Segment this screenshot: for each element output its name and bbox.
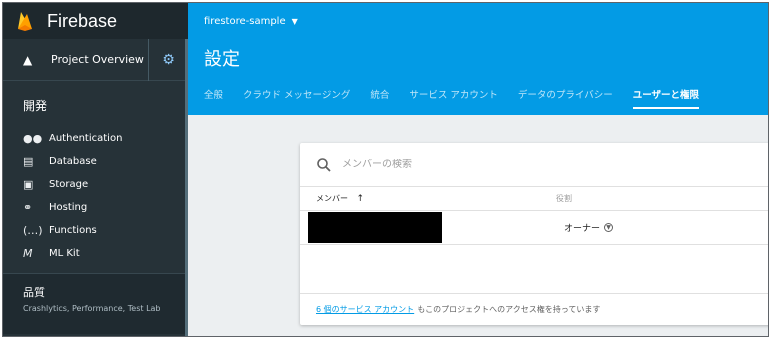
sidebar: Firebase ▲ Project Overview ⚙ 開発 ●● Auth… bbox=[3, 3, 188, 336]
people-icon: ●● bbox=[23, 132, 43, 145]
settings-tabs: 全般 クラウド メッセージング 統合 サービス アカウント データのプライバシー… bbox=[204, 87, 719, 109]
tab-users-permissions[interactable]: ユーザーと権限 bbox=[632, 87, 700, 109]
mlkit-icon: M bbox=[23, 247, 33, 260]
quality-subtitle: Crashlytics, Performance, Test Lab bbox=[23, 304, 161, 313]
project-overview-item[interactable]: ▲ Project Overview ⚙ bbox=[3, 39, 188, 81]
page-title: 設定 bbox=[204, 49, 240, 70]
member-column-label: メンバー bbox=[316, 194, 348, 203]
sidebar-header: Firebase bbox=[3, 3, 188, 39]
service-accounts-text: もこのプロジェクトへのアクセス権を持っています bbox=[417, 305, 601, 314]
page-header: firestore-sample ▼ 設定 全般 クラウド メッセージング 統合… bbox=[188, 3, 768, 115]
search-icon bbox=[317, 157, 331, 172]
folder-icon: ▣ bbox=[23, 178, 34, 191]
tab-integrations[interactable]: 統合 bbox=[370, 87, 389, 109]
caret-down-icon: ▼ bbox=[291, 16, 298, 26]
settings-button[interactable]: ⚙ bbox=[148, 39, 188, 81]
functions-icon: (…) bbox=[23, 224, 43, 237]
database-icon: ▤ bbox=[23, 155, 34, 168]
sort-arrow-up-icon: ↑ bbox=[356, 194, 365, 204]
role-value: オーナー bbox=[564, 224, 601, 234]
sidebar-item-hosting[interactable]: ⚭ Hosting bbox=[3, 196, 188, 219]
chevron-down-icon: ▼ bbox=[604, 223, 614, 232]
brand-name[interactable]: Firebase bbox=[47, 11, 117, 32]
role-column-header: 役割 bbox=[556, 194, 572, 203]
sidebar-item-mlkit[interactable]: M ML Kit bbox=[3, 242, 188, 265]
redacted-member-info bbox=[308, 212, 442, 243]
project-overview-label: Project Overview bbox=[51, 53, 144, 66]
project-name: firestore-sample bbox=[204, 15, 286, 27]
tab-general[interactable]: 全般 bbox=[204, 87, 223, 109]
sidebar-item-label: ML Kit bbox=[49, 248, 80, 259]
sidebar-item-database[interactable]: ▤ Database bbox=[3, 150, 188, 173]
sidebar-item-functions[interactable]: (…) Functions bbox=[3, 219, 188, 242]
quality-title: 品質 bbox=[23, 286, 45, 299]
sidebar-item-label: Authentication bbox=[49, 133, 123, 144]
sidebar-item-label: Database bbox=[49, 156, 97, 167]
gear-icon: ⚙ bbox=[162, 52, 175, 68]
home-icon: ▲ bbox=[23, 52, 33, 67]
app-frame: Firebase ▲ Project Overview ⚙ 開発 ●● Auth… bbox=[2, 2, 769, 337]
firebase-logo-icon bbox=[18, 12, 32, 31]
sidebar-item-label: Storage bbox=[49, 179, 89, 190]
member-column-header[interactable]: メンバー ↑ bbox=[300, 193, 556, 204]
tab-cloud-messaging[interactable]: クラウド メッセージング bbox=[243, 87, 350, 109]
member-search-input[interactable] bbox=[342, 159, 642, 170]
sidebar-item-label: Hosting bbox=[49, 202, 88, 213]
sidebar-item-label: Functions bbox=[49, 225, 97, 236]
sidebar-section-quality[interactable]: 品質 Crashlytics, Performance, Test Lab bbox=[3, 274, 188, 334]
service-accounts-footer: 6 個のサービス アカウント もこのプロジェクトへのアクセス権を持っています bbox=[300, 293, 768, 325]
sidebar-item-storage[interactable]: ▣ Storage bbox=[3, 173, 188, 196]
service-accounts-link[interactable]: 6 個のサービス アカウント bbox=[316, 304, 414, 315]
members-card: メンバー ↑ 役割 オーナー ▼ 6 個のサービス アカウント もこのプロジェク… bbox=[300, 143, 768, 325]
project-selector[interactable]: firestore-sample ▼ bbox=[188, 3, 768, 39]
tab-data-privacy[interactable]: データのプライバシー bbox=[518, 87, 613, 109]
tab-service-accounts[interactable]: サービス アカウント bbox=[409, 87, 498, 109]
member-search-bar bbox=[300, 143, 768, 187]
hosting-icon: ⚭ bbox=[23, 201, 33, 214]
sidebar-item-authentication[interactable]: ●● Authentication bbox=[3, 127, 188, 150]
members-table-header: メンバー ↑ 役割 bbox=[300, 187, 768, 211]
role-selector[interactable]: オーナー ▼ bbox=[564, 221, 614, 234]
table-row: オーナー ▼ bbox=[300, 211, 768, 245]
section-develop-title: 開発 bbox=[23, 99, 48, 113]
